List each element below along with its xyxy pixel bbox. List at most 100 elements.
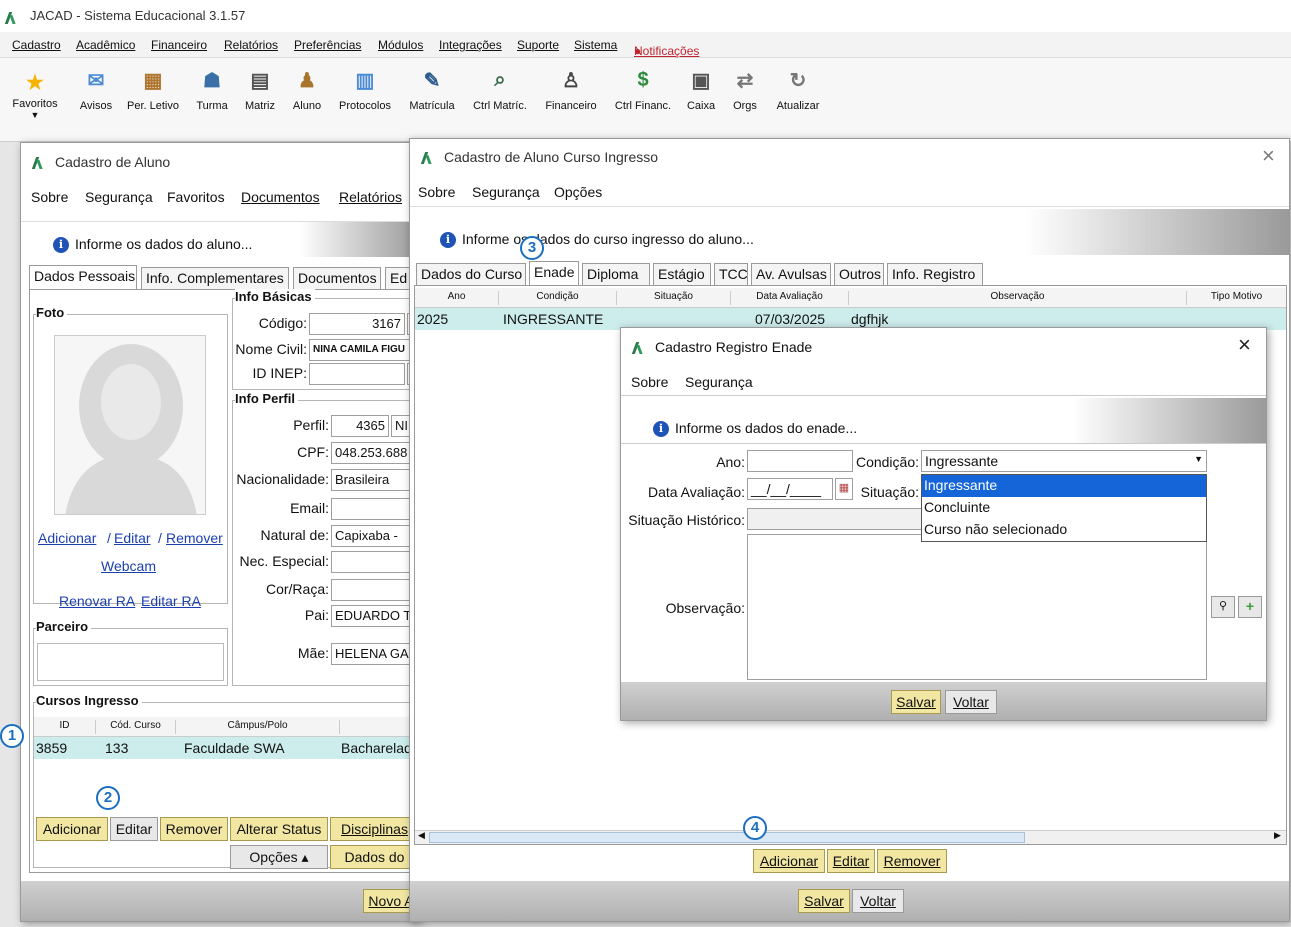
menu-cadastro[interactable]: Cadastro bbox=[12, 38, 61, 52]
curso-menu-seguranca[interactable]: Segurança bbox=[472, 184, 540, 200]
cursos-disciplinas-button[interactable]: Disciplinas bbox=[330, 817, 419, 841]
toolbar-favoritos[interactable]: ★ Favoritos ▼ bbox=[10, 68, 60, 121]
toolbar-protocolos[interactable]: ▥ Protocolos bbox=[334, 66, 396, 113]
data-avaliacao-field[interactable]: __/__/____ bbox=[747, 478, 833, 500]
menu-relatorios[interactable]: Relatórios bbox=[224, 38, 278, 52]
condicao-dropdown-list: Ingressante Concluinte Curso não selecio… bbox=[921, 474, 1207, 542]
toolbar-avisos[interactable]: ✉ Avisos bbox=[74, 66, 118, 113]
observacao-textarea[interactable] bbox=[747, 534, 1207, 680]
tab-diploma[interactable]: Diploma bbox=[582, 263, 650, 285]
condicao-select[interactable]: Ingressante ▼ bbox=[921, 450, 1207, 472]
ano-field[interactable] bbox=[747, 450, 853, 472]
enade-adicionar-button[interactable]: Adicionar bbox=[753, 849, 825, 873]
menu-integracoes[interactable]: Integrações bbox=[439, 38, 502, 52]
tab-av-avulsas[interactable]: Av. Avulsas bbox=[751, 263, 831, 285]
toolbar-aluno[interactable]: ♟ Aluno bbox=[288, 66, 326, 113]
toolbar-atualizar[interactable]: ↻ Atualizar bbox=[770, 66, 826, 113]
codigo-field[interactable]: 3167 bbox=[309, 313, 405, 335]
id-inep-field[interactable] bbox=[309, 363, 405, 385]
editar-ra-link[interactable]: Editar RA bbox=[141, 593, 201, 609]
foto-adicionar-link[interactable]: Adicionar bbox=[38, 530, 96, 546]
nome-civil-field[interactable]: NINA CAMILA FIGU bbox=[309, 339, 419, 361]
option-curso-nao-selecionado[interactable]: Curso não selecionado bbox=[922, 519, 1206, 541]
curso-menu-sobre[interactable]: Sobre bbox=[418, 184, 455, 200]
aluno-menu-seguranca[interactable]: Segurança bbox=[85, 189, 153, 205]
close-icon[interactable]: × bbox=[1238, 332, 1251, 358]
toolbar-matricula[interactable]: ✎ Matrícula bbox=[404, 66, 460, 113]
enade-menu-seguranca[interactable]: Segurança bbox=[685, 374, 753, 390]
option-ingressante[interactable]: Ingressante bbox=[922, 475, 1206, 497]
mae-field[interactable]: HELENA GA bbox=[331, 643, 419, 665]
foto-editar-link[interactable]: Editar bbox=[114, 530, 151, 546]
email-field[interactable] bbox=[331, 498, 419, 520]
curso-salvar-button[interactable]: Salvar bbox=[798, 889, 850, 913]
parceiro-field[interactable] bbox=[37, 643, 224, 681]
toolbar-orgs[interactable]: ⇄ Orgs bbox=[726, 66, 764, 113]
cursos-adicionar-button[interactable]: Adicionar bbox=[36, 817, 108, 841]
dropdown-arrow-icon[interactable]: ▼ bbox=[1194, 454, 1203, 464]
toolbar-per-letivo[interactable]: ▦ Per. Letivo bbox=[124, 66, 182, 113]
aluno-menu-sobre[interactable]: Sobre bbox=[31, 189, 68, 205]
toolbar-ctrl-financ[interactable]: $ Ctrl Financ. bbox=[610, 66, 676, 113]
foto-remover-link[interactable]: Remover bbox=[166, 530, 223, 546]
aluno-menu-favoritos[interactable]: Favoritos bbox=[167, 189, 225, 205]
toolbar-caixa[interactable]: ▣ Caixa bbox=[682, 66, 720, 113]
menu-preferencias[interactable]: Preferências bbox=[294, 38, 361, 52]
enade-menu-sobre[interactable]: Sobre bbox=[631, 374, 668, 390]
horizontal-scrollbar[interactable]: ◀ ▶ bbox=[415, 830, 1286, 844]
scrollbar-thumb[interactable] bbox=[429, 832, 1025, 843]
scroll-left-icon[interactable]: ◀ bbox=[418, 830, 425, 841]
cursos-editar-button[interactable]: Editar bbox=[110, 817, 158, 841]
aluno-menu-documentos[interactable]: Documentos bbox=[241, 189, 320, 205]
menu-academico[interactable]: Acadêmico bbox=[76, 38, 135, 52]
tab-outros[interactable]: Outros bbox=[834, 263, 884, 285]
curso-voltar-button[interactable]: Voltar bbox=[852, 889, 904, 913]
toolbar-financeiro[interactable]: ♙ Financeiro bbox=[540, 66, 602, 113]
enade-remover-button[interactable]: Remover bbox=[877, 849, 947, 873]
annotation-badge-3: 3 bbox=[520, 236, 544, 260]
aluno-menu-relatorios[interactable]: Relatórios bbox=[339, 189, 402, 205]
nec-especial-field[interactable] bbox=[331, 551, 419, 573]
menu-financeiro[interactable]: Financeiro bbox=[151, 38, 207, 52]
perfil-field[interactable]: 4365 bbox=[331, 415, 389, 437]
cursos-grid-row[interactable]: 3859 133 Faculdade SWA Bacharelad bbox=[34, 737, 419, 759]
enade-salvar-button[interactable]: Salvar bbox=[891, 690, 941, 714]
add-icon[interactable]: + bbox=[1238, 596, 1262, 618]
annotation-badge-1: 1 bbox=[0, 724, 24, 748]
menu-modulos[interactable]: Módulos bbox=[378, 38, 423, 52]
enade-dialog-title: Cadastro Registro Enade bbox=[633, 339, 812, 355]
search-icon[interactable]: ⚲ bbox=[1211, 596, 1235, 618]
pai-field[interactable]: EDUARDO T bbox=[331, 605, 419, 627]
renovar-ra-link[interactable]: Renovar RA bbox=[59, 593, 135, 609]
option-concluinte[interactable]: Concluinte bbox=[922, 497, 1206, 519]
tab-info-registro[interactable]: Info. Registro bbox=[887, 263, 983, 285]
scroll-right-icon[interactable]: ▶ bbox=[1274, 830, 1281, 841]
foto-webcam-link[interactable]: Webcam bbox=[101, 558, 156, 574]
toolbar-turma[interactable]: ☗ Turma bbox=[190, 66, 234, 113]
toolbar-ctrl-matric[interactable]: ⌕ Ctrl Matríc. bbox=[468, 66, 532, 113]
tab-info-complementares[interactable]: Info. Complementares bbox=[141, 267, 289, 289]
tab-estagio[interactable]: Estágio bbox=[653, 263, 711, 285]
toolbar-matriz[interactable]: ▤ Matriz bbox=[240, 66, 280, 113]
menu-suporte[interactable]: Suporte bbox=[517, 38, 559, 52]
tab-dados-pessoais[interactable]: Dados Pessoais bbox=[29, 265, 137, 289]
enade-editar-button[interactable]: Editar bbox=[827, 849, 875, 873]
tab-documentos[interactable]: Documentos bbox=[293, 267, 381, 289]
curso-menu-opcoes[interactable]: Opções bbox=[554, 184, 602, 200]
cursos-dados-button[interactable]: Dados do bbox=[330, 845, 419, 869]
menu-sistema[interactable]: Sistema bbox=[574, 38, 617, 52]
calendar-icon[interactable]: ▦ bbox=[835, 478, 853, 500]
tab-enade[interactable]: Enade bbox=[529, 261, 579, 285]
swap-icon: ⇄ bbox=[736, 69, 754, 92]
enade-voltar-button[interactable]: Voltar bbox=[945, 690, 997, 714]
cpf-field[interactable]: 048.253.688 bbox=[331, 442, 419, 464]
cursos-opcoes-button[interactable]: Opções ▴ bbox=[230, 845, 328, 869]
cor-raca-field[interactable] bbox=[331, 579, 419, 601]
natural-de-field[interactable]: Capixaba - bbox=[331, 525, 419, 547]
close-icon[interactable]: × bbox=[1262, 143, 1275, 169]
cursos-alterar-status-button[interactable]: Alterar Status bbox=[230, 817, 328, 841]
nacionalidade-field[interactable]: Brasileira bbox=[331, 469, 419, 491]
cursos-remover-button[interactable]: Remover bbox=[160, 817, 228, 841]
tab-tcc[interactable]: TCC bbox=[714, 263, 748, 285]
tab-dados-do-curso[interactable]: Dados do Curso bbox=[416, 263, 526, 285]
